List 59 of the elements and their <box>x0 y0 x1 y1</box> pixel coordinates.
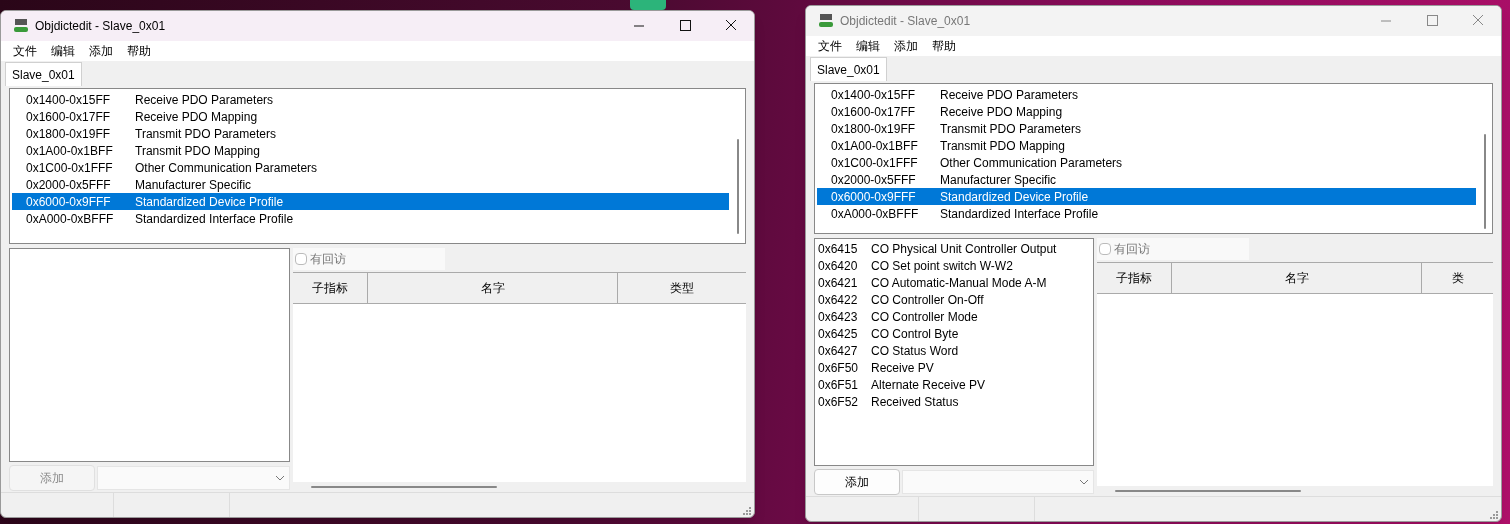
tab[interactable]: Slave_0x01 <box>5 62 82 86</box>
range-list-item[interactable]: 0x2000-0x5FFF Manufacturer Specific <box>12 176 729 193</box>
resize-grip-icon[interactable] <box>743 507 751 515</box>
range-list-item[interactable]: 0x1A00-0x1BFF Transmit PDO Mapping <box>817 137 1476 154</box>
window-title: Objdictedit - Slave_0x01 <box>35 18 166 35</box>
column-header[interactable]: 子指标 <box>293 273 368 303</box>
index-list-item[interactable]: 0x6422 CO Controller On-Off <box>818 291 1093 308</box>
range-list-item[interactable]: 0xA000-0xBFFF Standardized Interface Profile <box>12 210 729 227</box>
menu-item[interactable]: 帮助 <box>127 42 151 60</box>
menu-item[interactable]: 添加 <box>89 42 113 60</box>
tab[interactable]: Slave_0x01 <box>810 57 887 81</box>
range-list-item[interactable]: 0x1400-0x15FF Receive PDO Parameters <box>12 91 729 108</box>
range-list-item[interactable]: 0x1800-0x19FF Transmit PDO Parameters <box>12 125 729 142</box>
column-header[interactable]: 名字 <box>368 273 618 303</box>
index-list-item[interactable]: 0x6423 CO Controller Mode <box>818 308 1093 325</box>
column-header[interactable]: 类 <box>1422 263 1493 293</box>
range-list-item[interactable]: 0x1A00-0x1BFF Transmit PDO Mapping <box>12 142 729 159</box>
caret-icon[interactable] <box>1079 479 1089 485</box>
index-list-item[interactable]: 0x6415 CO Physical Unit Controller Output <box>818 240 1093 257</box>
add-button[interactable]: 添加 <box>814 469 900 495</box>
range-list-item[interactable]: 0xA000-0xBFFF Standardized Interface Profile <box>817 205 1476 222</box>
index-list-item[interactable]: 0x6420 CO Set point switch W-W2 <box>818 257 1093 274</box>
range-list-item[interactable]: 0x1C00-0x1FFF Other Communication Parameters <box>12 159 729 176</box>
menu-item[interactable]: 编辑 <box>51 42 75 60</box>
index-list-item[interactable]: 0x6421 CO Automatic-Manual Mode A-M <box>818 274 1093 291</box>
range-list-item[interactable]: 0x6000-0x9FFF Standardized Device Profile <box>12 193 729 210</box>
index-list-item[interactable]: 0x6425 CO Control Byte <box>818 325 1093 342</box>
window-title: Objdictedit - Slave_0x01 <box>840 13 971 30</box>
index-list-item[interactable]: 0x6427 CO Status Word <box>818 342 1093 359</box>
app-logo-icon <box>818 13 834 29</box>
scrollbar-thumb[interactable] <box>737 139 739 234</box>
column-header[interactable]: 类型 <box>618 273 746 303</box>
resize-grip-icon[interactable] <box>1490 511 1498 519</box>
range-list-item[interactable]: 0x6000-0x9FFF Standardized Device Profile <box>817 188 1476 205</box>
range-list-item[interactable]: 0x1800-0x19FF Transmit PDO Parameters <box>817 120 1476 137</box>
menu-item[interactable]: 添加 <box>894 37 918 55</box>
range-list-item[interactable]: 0x1C00-0x1FFF Other Communication Parameters <box>817 154 1476 171</box>
index-list-item[interactable]: 0x6F50 Receive PV <box>818 359 1093 376</box>
caret-icon[interactable] <box>275 475 285 481</box>
app-logo-icon <box>13 18 29 34</box>
range-list-item[interactable]: 0x1600-0x17FF Receive PDO Mapping <box>817 103 1476 120</box>
column-header[interactable]: 名字 <box>1172 263 1422 293</box>
range-list-item[interactable]: 0x2000-0x5FFF Manufacturer Specific <box>817 171 1476 188</box>
menu-item[interactable]: 文件 <box>13 42 37 60</box>
checkbox-label: 有回访 <box>310 251 346 268</box>
checkbox[interactable] <box>295 253 307 265</box>
menu-item[interactable]: 帮助 <box>932 37 956 55</box>
column-header[interactable]: 子指标 <box>1097 263 1172 293</box>
menu-item[interactable]: 编辑 <box>856 37 880 55</box>
checkbox-label: 有回访 <box>1114 241 1150 258</box>
scrollbar-thumb[interactable] <box>1115 490 1301 492</box>
range-list-item[interactable]: 0x1400-0x15FF Receive PDO Parameters <box>817 86 1476 103</box>
index-list-item[interactable]: 0x6F52 Received Status <box>818 393 1093 410</box>
range-list-item[interactable]: 0x1600-0x17FF Receive PDO Mapping <box>12 108 729 125</box>
menu-item[interactable]: 文件 <box>818 37 842 55</box>
checkbox[interactable] <box>1099 243 1111 255</box>
index-list-item[interactable]: 0x6F51 Alternate Receive PV <box>818 376 1093 393</box>
scrollbar-thumb[interactable] <box>311 486 497 488</box>
scrollbar-thumb[interactable] <box>1484 134 1486 229</box>
